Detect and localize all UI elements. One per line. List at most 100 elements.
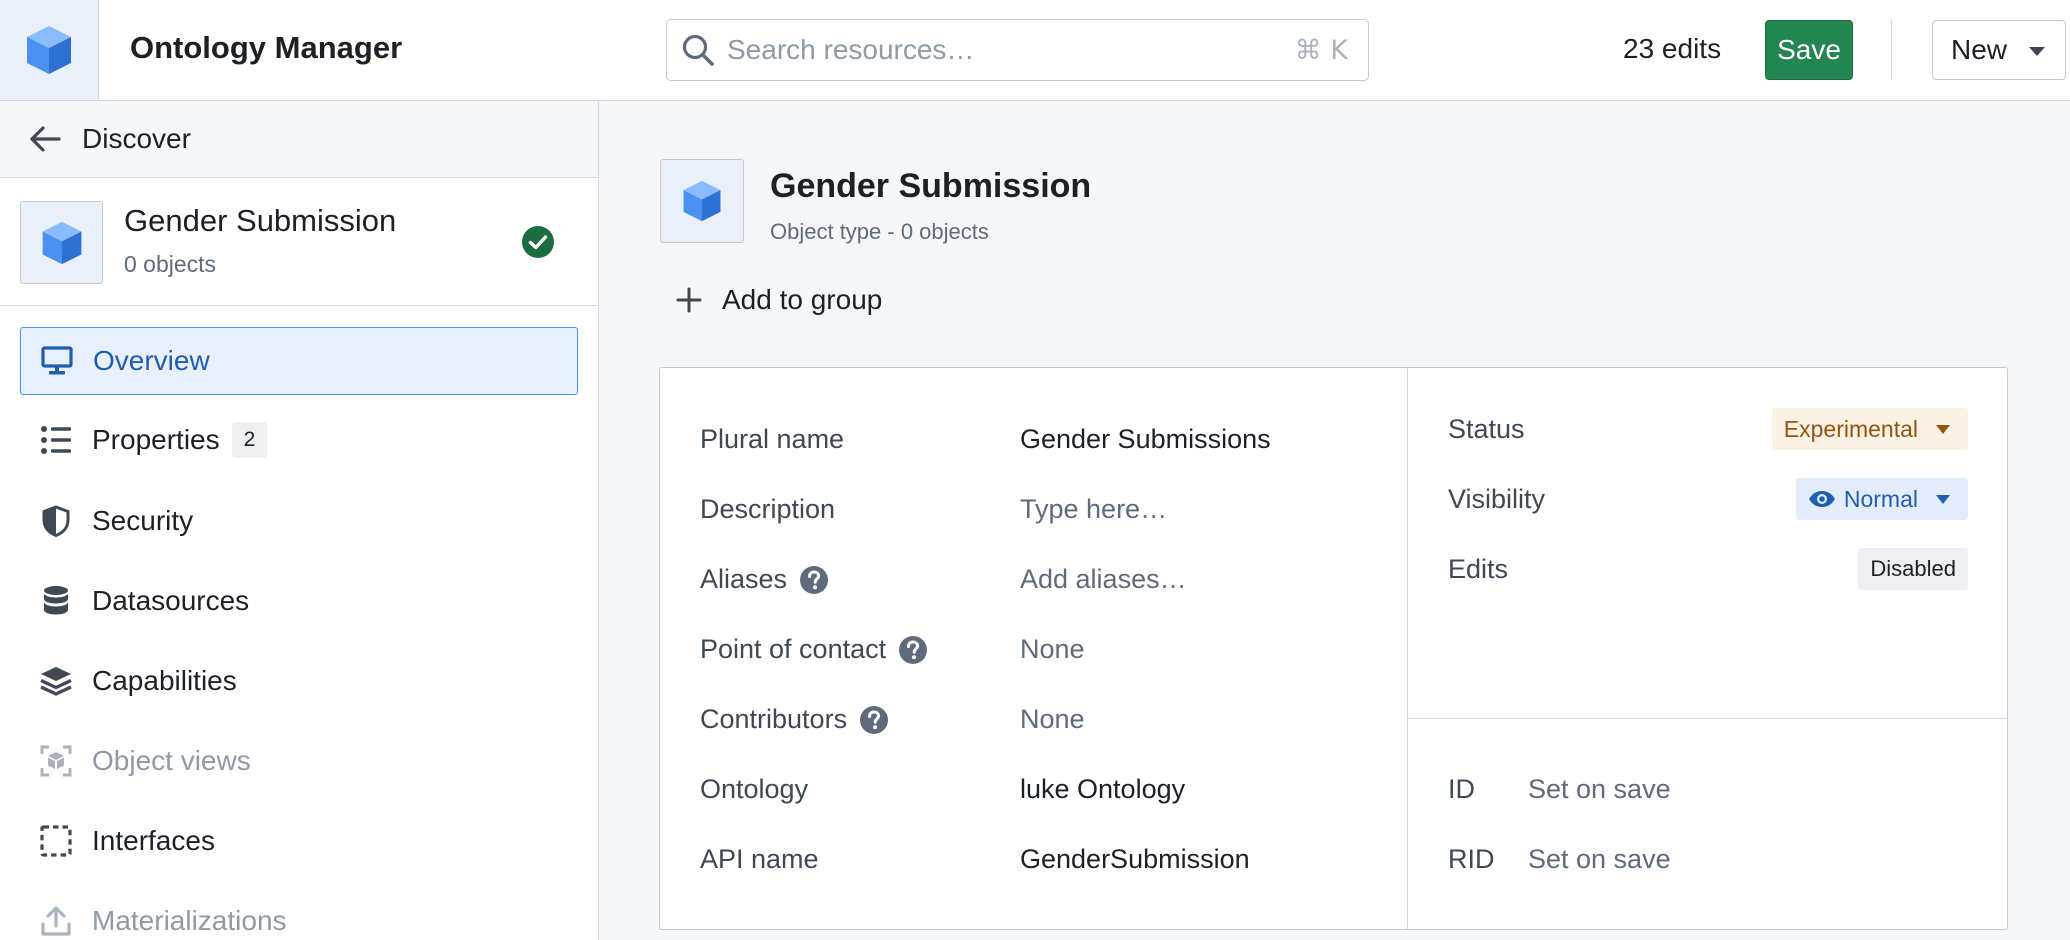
property-label: Aliases [700, 564, 788, 594]
cube-icon [27, 26, 71, 74]
property-row-plural-name: Plural name Gender Submissions [700, 420, 1380, 460]
help-icon[interactable] [898, 635, 928, 665]
rid-row: RID Set on save [1448, 840, 1968, 880]
id-value: Set on save [1528, 774, 1671, 804]
search-bar[interactable]: ⌘ K [666, 19, 1369, 81]
property-row-description: Description Type here… [700, 490, 1380, 530]
ontology-value: luke Ontology [1020, 774, 1186, 804]
back-to-discover[interactable]: Discover [0, 101, 598, 178]
caret-down-icon [1936, 495, 1950, 504]
property-label: Ontology [700, 774, 809, 804]
sidebar-item-security[interactable]: Security [20, 487, 578, 555]
property-row-point-of-contact: Point of contact None [700, 630, 1380, 670]
card-divider-horizontal [1408, 718, 2008, 719]
edits-counter[interactable]: 23 edits [1623, 33, 1721, 65]
check-circle-icon [522, 226, 554, 258]
point-of-contact-field[interactable]: None [1020, 634, 1085, 665]
status-dropdown[interactable]: Experimental [1771, 408, 1968, 450]
layers-icon [40, 667, 72, 696]
status-value: Experimental [1783, 416, 1918, 442]
database-icon [44, 586, 68, 615]
object-count: 0 objects [124, 251, 217, 277]
search-input[interactable] [727, 30, 1247, 70]
sidebar-item-properties[interactable]: Properties 2 [20, 406, 578, 474]
monitor-icon [41, 346, 73, 375]
app-logo[interactable] [0, 0, 99, 100]
upload-icon [41, 906, 71, 936]
new-button-label: New [1951, 34, 2008, 65]
sidebar: Discover Gender Submission 0 objects Ove… [0, 101, 599, 940]
save-button[interactable]: Save [1765, 20, 1853, 80]
sidebar-item-label: Materializations [92, 905, 287, 936]
visibility-dropdown[interactable]: Normal [1795, 478, 1968, 520]
property-row-api-name: API name GenderSubmission [700, 840, 1380, 880]
object-type-summary: Gender Submission 0 objects [0, 179, 598, 306]
object-type-thumbnail [20, 201, 103, 284]
card-divider-vertical [1407, 368, 1408, 929]
new-button[interactable]: New [1932, 20, 2066, 80]
description-field[interactable]: Type here… [1020, 494, 1167, 525]
id-label: ID [1448, 774, 1475, 804]
eye-icon [1808, 491, 1835, 507]
cube-icon [683, 180, 721, 222]
toolbar-divider [1891, 20, 1892, 80]
sidebar-item-capabilities[interactable]: Capabilities [20, 647, 578, 715]
sidebar-item-datasources[interactable]: Datasources [20, 567, 578, 635]
visibility-value: Normal [1843, 486, 1918, 512]
search-icon [682, 34, 714, 66]
sidebar-item-label: Interfaces [92, 825, 215, 856]
property-row-aliases: Aliases Add aliases… [700, 560, 1380, 600]
app-title: Ontology Manager [130, 30, 403, 65]
edits-status-tag: Disabled [1858, 548, 1968, 590]
help-icon[interactable] [799, 565, 829, 595]
cube-icon [42, 221, 81, 264]
caret-down-icon [1936, 425, 1950, 434]
sidebar-item-label: Datasources [92, 585, 250, 616]
api-name-field[interactable]: GenderSubmission [1020, 844, 1250, 875]
property-label: Point of contact [700, 634, 887, 664]
object-view-icon [40, 745, 72, 777]
property-row-contributors: Contributors None [700, 700, 1380, 740]
sidebar-item-label: Object views [92, 745, 251, 776]
status-label: Status [1448, 414, 1525, 444]
contributors-field[interactable]: None [1020, 704, 1085, 735]
arrow-left-icon [30, 126, 61, 152]
object-type-icon-button[interactable] [660, 159, 744, 243]
status-row: Status Experimental [1448, 408, 1968, 452]
sidebar-item-label: Security [92, 505, 194, 536]
aliases-field[interactable]: Add aliases… [1020, 564, 1187, 595]
keyboard-shortcut-hint: ⌘ K [1294, 35, 1348, 66]
sidebar-item-label: Capabilities [92, 665, 237, 696]
top-bar: Ontology Manager ⌘ K 23 edits Save New [0, 0, 2070, 101]
sidebar-item-label: Overview [93, 345, 210, 376]
property-label: Plural name [700, 424, 845, 454]
main-content: Gender Submission Object type - 0 object… [600, 101, 2070, 940]
sidebar-item-object-views[interactable]: Object views [20, 727, 578, 795]
overview-card: Plural name Gender Submissions Descripti… [659, 367, 2008, 930]
sidebar-item-overview[interactable]: Overview [20, 327, 578, 395]
page-subtitle: Object type - 0 objects [770, 219, 989, 244]
plural-name-field[interactable]: Gender Submissions [1020, 424, 1271, 455]
sidebar-item-label: Properties [92, 424, 220, 455]
property-row-ontology: Ontology luke Ontology [700, 770, 1380, 810]
help-icon[interactable] [859, 705, 889, 735]
sidebar-item-interfaces[interactable]: Interfaces [20, 807, 578, 875]
visibility-row: Visibility Normal [1448, 478, 1968, 522]
id-row: ID Set on save [1448, 770, 1968, 810]
add-to-group-button[interactable]: Add to group [676, 279, 882, 321]
sidebar-item-materializations[interactable]: Materializations [20, 887, 578, 940]
rid-label: RID [1448, 844, 1495, 874]
page-title[interactable]: Gender Submission [770, 167, 1091, 206]
object-type-name: Gender Submission [124, 203, 397, 238]
property-label: Description [700, 494, 836, 524]
property-label: Contributors [700, 704, 848, 734]
plus-icon [676, 287, 702, 313]
visibility-label: Visibility [1448, 484, 1546, 514]
caret-down-icon [2029, 47, 2045, 56]
back-label: Discover [82, 123, 191, 154]
add-to-group-label: Add to group [722, 284, 883, 315]
edits-row: Edits Disabled [1448, 548, 1968, 592]
property-label: API name [700, 844, 819, 874]
rid-value: Set on save [1528, 844, 1671, 874]
list-icon [41, 426, 71, 454]
